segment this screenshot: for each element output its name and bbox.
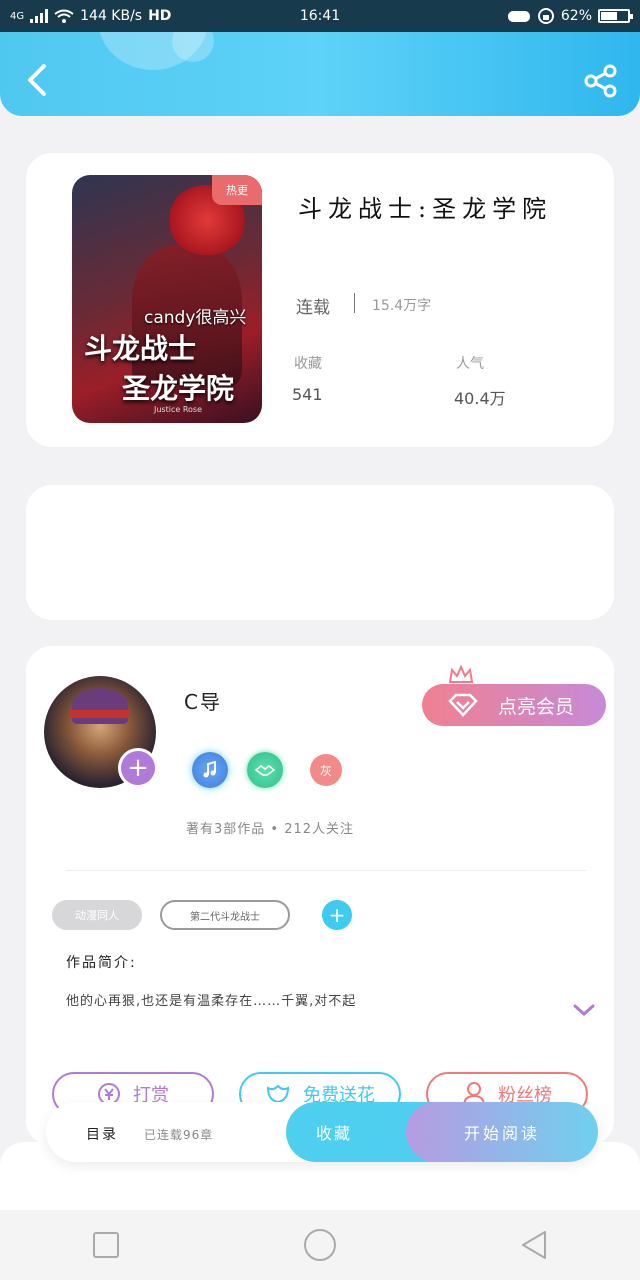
- favorites-value: 541: [292, 385, 323, 404]
- book-cover[interactable]: 热更 candy很高兴 斗龙战士 圣龙学院 Justice Rose: [72, 175, 262, 423]
- author-meta: 著有3部作品 • 212人关注: [186, 822, 355, 837]
- handshake-badge-icon[interactable]: [247, 752, 283, 788]
- share-button[interactable]: [584, 64, 618, 98]
- popularity-value: 40.4万: [454, 389, 506, 408]
- intro-text: 他的心再狠,也还是有温柔存在……千翼,对不起: [66, 994, 357, 1009]
- cover-subtitle: Justice Rose: [154, 405, 203, 414]
- book-info-card: 热更 candy很高兴 斗龙战士 圣龙学院 Justice Rose 斗龙战士:…: [26, 153, 614, 447]
- home-icon[interactable]: [303, 1228, 337, 1262]
- battery-icon: [598, 9, 633, 23]
- avatar-headband: [70, 710, 130, 718]
- popularity-label: 人气: [456, 356, 484, 372]
- avatar-hair: [72, 688, 128, 724]
- cover-title-line2: 圣龙学院: [122, 372, 235, 405]
- chapter-count: 已连载96章: [144, 1128, 214, 1142]
- blank-card: [26, 485, 614, 620]
- activate-vip-button[interactable]: 点亮会员: [422, 684, 606, 726]
- author-card: + C导 点亮会员 灰 著有3部作品 • 212人关注 动漫同人 第二代斗龙战士…: [26, 646, 614, 1146]
- share-icon: [584, 64, 617, 98]
- recent-apps-icon[interactable]: [92, 1231, 120, 1259]
- start-reading-button[interactable]: 开始阅读: [406, 1102, 598, 1162]
- tag-chip[interactable]: 第二代斗龙战士: [160, 900, 290, 930]
- diamond-icon: [448, 693, 478, 717]
- tag-chip[interactable]: 动漫同人: [52, 900, 142, 930]
- vip-label: 点亮会员: [498, 695, 575, 718]
- hot-update-tag: 热更: [212, 175, 262, 205]
- book-title: 斗龙战士:圣龙学院: [298, 195, 553, 223]
- word-count: 15.4万字: [372, 298, 432, 314]
- author-name: C导: [184, 690, 222, 714]
- table-of-contents-link[interactable]: 目录: [86, 1124, 118, 1144]
- back-button[interactable]: [20, 60, 54, 100]
- status-bar: 4G 144 KB/s HD 16:41 62%: [0, 0, 640, 32]
- reading-action-bar: 目录 已连载96章 收藏 开始阅读: [46, 1102, 598, 1162]
- crown-icon: [448, 664, 474, 683]
- back-icon[interactable]: [520, 1230, 548, 1260]
- add-tag-button[interactable]: +: [322, 900, 352, 930]
- follow-author-button[interactable]: +: [118, 748, 158, 788]
- divider: [354, 293, 355, 313]
- system-nav-bar: [0, 1210, 640, 1280]
- favorites-label: 收藏: [294, 356, 322, 372]
- cover-title-line1: 斗龙战士: [84, 332, 197, 365]
- music-badge-icon[interactable]: [192, 752, 228, 788]
- chevron-left-icon: [28, 64, 46, 96]
- cover-author: candy很高兴: [144, 308, 247, 328]
- intro-label: 作品简介:: [66, 955, 137, 971]
- book-status: 连载: [296, 298, 330, 318]
- gray-badge[interactable]: 灰: [310, 754, 342, 786]
- status-time: 16:41: [299, 8, 341, 24]
- chevron-down-icon[interactable]: [572, 1002, 596, 1018]
- divider: [66, 870, 586, 871]
